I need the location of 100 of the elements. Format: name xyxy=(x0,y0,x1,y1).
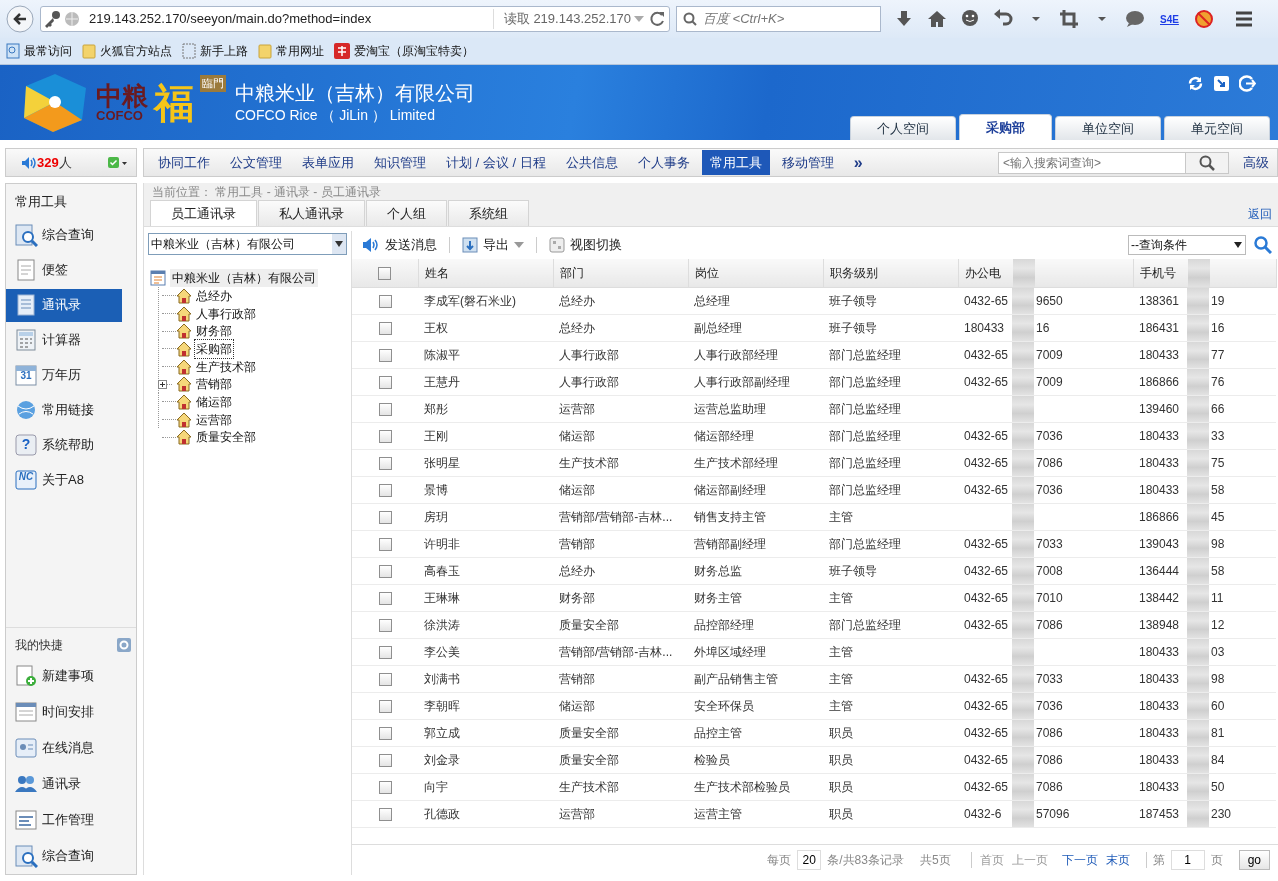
table-cell: 向宇 xyxy=(424,779,448,794)
row-checkbox[interactable] xyxy=(378,483,392,497)
page-size-field[interactable]: 20 xyxy=(797,850,822,870)
search-input[interactable]: 百度 <Ctrl+K> xyxy=(701,8,881,30)
row-checkbox[interactable] xyxy=(378,726,392,740)
toolbar-button[interactable]: 发送消息 xyxy=(358,235,441,255)
sidebar-item[interactable]: 31 万年历 xyxy=(6,358,136,392)
table-cell: 营销部副经理 xyxy=(694,536,766,551)
tree-node[interactable]: 中粮米业（吉林）有限公司 xyxy=(170,269,318,287)
tab[interactable]: 私人通讯录 xyxy=(258,200,365,226)
online-count[interactable]: 329人 xyxy=(37,152,72,173)
row-checkbox[interactable] xyxy=(378,456,392,470)
table-cell: 主管 xyxy=(829,590,853,605)
row-checkbox[interactable] xyxy=(378,780,392,794)
table-cell-text: 180433 xyxy=(1139,481,1181,499)
shortcut-item[interactable]: 工作管理 xyxy=(6,803,136,837)
dropdown-icon[interactable] xyxy=(631,14,647,24)
redaction-blur xyxy=(1187,395,1209,422)
tab[interactable]: 个人组 xyxy=(366,200,447,226)
row-checkbox[interactable] xyxy=(378,510,392,524)
tree-node[interactable]: 质量安全部 xyxy=(194,427,258,448)
sidebar-item[interactable]: 通讯录 xyxy=(6,288,122,322)
chat-icon[interactable] xyxy=(1124,8,1146,30)
row-checkbox[interactable] xyxy=(378,564,392,578)
search-icon[interactable] xyxy=(1254,236,1272,254)
row-checkbox[interactable] xyxy=(378,645,392,659)
table-cell: 主管 xyxy=(829,671,853,686)
bookmark-link[interactable]: 常用网址 xyxy=(258,42,324,60)
row-checkbox[interactable] xyxy=(378,348,392,362)
company-title: 中粮米业（吉林）有限公司 xyxy=(235,81,475,105)
sidebar-item[interactable]: 常用链接 xyxy=(6,393,136,427)
back-link[interactable]: 返回 xyxy=(1248,204,1278,223)
row-checkbox[interactable] xyxy=(378,672,392,686)
row-checkbox[interactable] xyxy=(378,591,392,605)
tree-node[interactable]: 运营部 xyxy=(194,409,234,430)
blocked-icon[interactable] xyxy=(1192,8,1215,30)
shortcut-item[interactable]: 综合查询 xyxy=(6,839,136,873)
space-tab[interactable]: 采购部 xyxy=(959,114,1052,140)
download-icon[interactable] xyxy=(1213,75,1230,92)
row-checkbox[interactable] xyxy=(378,618,392,632)
row-checkbox[interactable] xyxy=(378,294,392,308)
row-checkbox[interactable] xyxy=(378,807,392,821)
sidebar-item[interactable]: 便签 xyxy=(6,253,136,287)
tab[interactable]: 员工通讯录 xyxy=(150,200,257,226)
tree-node[interactable]: 采购部 xyxy=(194,338,234,359)
row-checkbox[interactable] xyxy=(378,753,392,767)
tab[interactable]: 系统组 xyxy=(448,200,529,226)
settings-icon[interactable] xyxy=(116,637,132,653)
space-tab[interactable]: 单元空间 xyxy=(1164,116,1270,140)
tree-node[interactable]: 人事行政部 xyxy=(194,303,258,324)
table-cell-text: 33 xyxy=(1211,427,1225,445)
bookmark-link[interactable]: 爱淘宝（原淘宝特卖） xyxy=(334,42,474,60)
bookmark-link[interactable]: 火狐官方站点 xyxy=(82,42,172,60)
row-checkbox[interactable] xyxy=(378,375,392,389)
shortcut-item[interactable]: 新建事项 xyxy=(6,659,136,693)
sidebar-item[interactable]: 计算器 xyxy=(6,323,136,357)
addon-button[interactable]: S4E xyxy=(1160,11,1179,27)
space-tab[interactable]: 单位空间 xyxy=(1055,116,1161,140)
bookmark-link[interactable]: 最常访问 xyxy=(6,42,72,60)
back-icon[interactable] xyxy=(6,5,34,33)
row-checkbox[interactable] xyxy=(378,321,392,335)
select-all-checkbox[interactable] xyxy=(378,267,392,281)
organization-dropdown[interactable]: 中粮米业（吉林）有限公司 xyxy=(148,233,347,255)
bookmark-link[interactable]: 新手上路 xyxy=(182,42,248,60)
tree-node[interactable]: 生产技术部 xyxy=(194,356,258,377)
sidebar-item[interactable]: 综合查询 xyxy=(6,218,136,252)
shortcut-item[interactable]: 在线消息 xyxy=(6,731,136,765)
table-cell-text: 11 xyxy=(1211,589,1224,607)
sidebar-item[interactable]: ? 系统帮助 xyxy=(6,428,136,462)
row-checkbox[interactable] xyxy=(378,699,392,713)
crop-icon[interactable] xyxy=(1058,8,1080,30)
shortcut-item[interactable]: 时间安排 xyxy=(6,695,136,729)
row-checkbox[interactable] xyxy=(378,537,392,551)
logout-icon[interactable] xyxy=(1239,75,1256,92)
speaker-icon xyxy=(21,155,37,170)
table-cell: 刘满书 xyxy=(424,671,460,686)
table-cell: 生产技术部 xyxy=(559,779,619,794)
tree-node[interactable]: 总经办 xyxy=(194,285,234,306)
row-checkbox[interactable] xyxy=(378,429,392,443)
pagination-link[interactable]: 下一页 xyxy=(1061,851,1098,869)
address-bar[interactable]: 219.143.252.170/seeyon/main.do?method=index 读取 219.143.252.170 xyxy=(40,6,670,32)
table-cell: 人事行政部经理 xyxy=(694,347,778,362)
table-cell-text: 0432-65 xyxy=(964,346,1010,364)
address-field[interactable]: 219.143.252.170/seeyon/main.do?method=index xyxy=(87,8,447,30)
refresh-icon[interactable] xyxy=(1187,75,1204,92)
shortcut-item[interactable]: 通讯录 xyxy=(6,767,136,801)
row-checkbox[interactable] xyxy=(378,402,392,416)
toolbar-button[interactable]: 视图切换 xyxy=(545,235,626,255)
search-field[interactable]: 百度 <Ctrl+K> xyxy=(676,6,881,32)
toolbar-button[interactable]: 导出 xyxy=(458,235,528,255)
space-tab[interactable]: 个人空间 xyxy=(850,116,956,140)
status-dropdown-icon[interactable] xyxy=(108,156,128,169)
table-cell: 郭立成 xyxy=(424,725,460,740)
page-number-field[interactable]: 1 xyxy=(1170,850,1205,870)
expand-icon[interactable] xyxy=(158,379,167,389)
home-icon[interactable] xyxy=(926,8,948,30)
pagination-link[interactable]: 末页 xyxy=(1105,851,1130,869)
query-dropdown[interactable]: --查询条件 xyxy=(1128,235,1246,255)
go-button[interactable]: go xyxy=(1238,850,1270,870)
sidebar-item[interactable]: NC 关于A8 xyxy=(6,463,136,497)
